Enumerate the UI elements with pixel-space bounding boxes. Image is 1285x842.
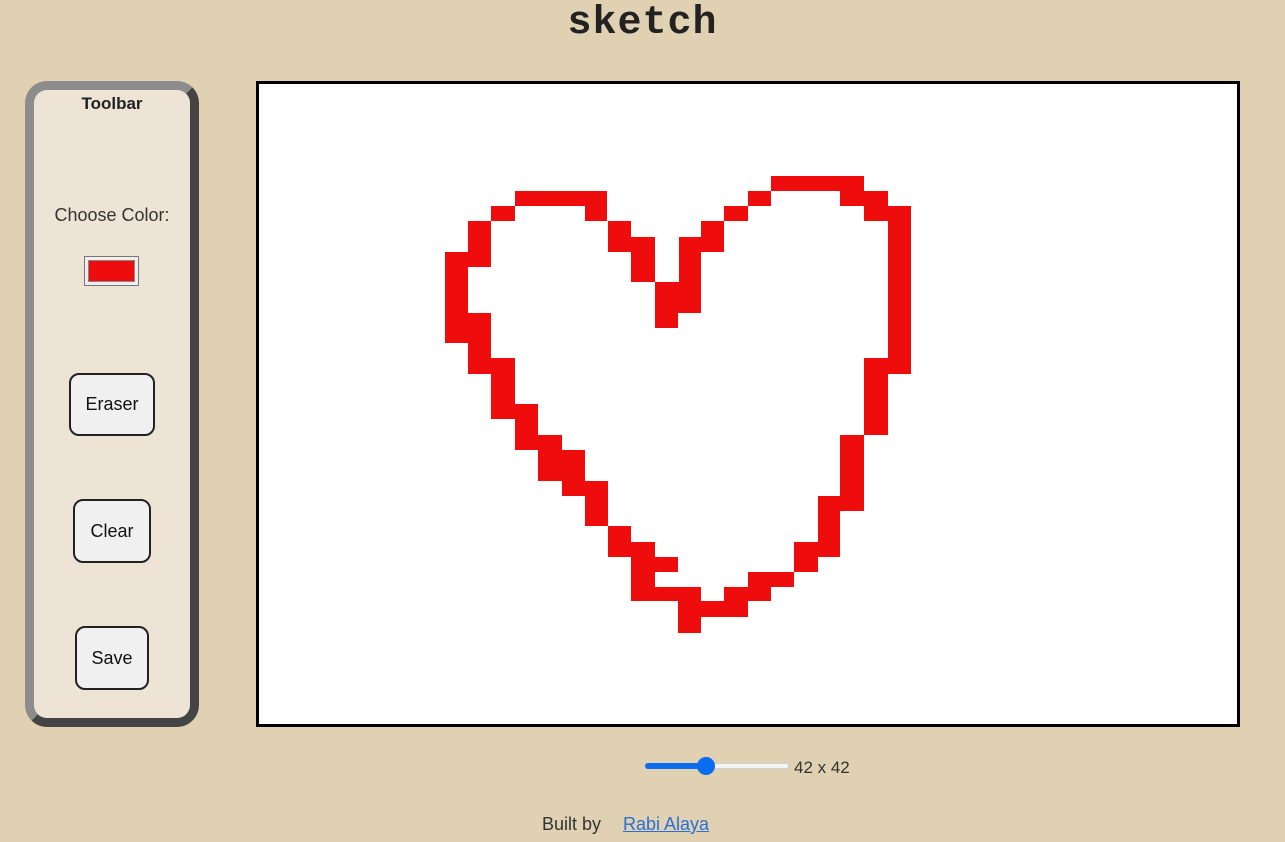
painted-pixel-block xyxy=(608,526,631,557)
save-button[interactable]: Save xyxy=(75,626,149,690)
painted-pixel-block xyxy=(840,191,888,206)
toolbar-panel: Toolbar Choose Color: Eraser Clear Save xyxy=(25,81,199,727)
painted-pixel-block xyxy=(655,557,678,572)
painted-pixel-block xyxy=(585,496,608,526)
painted-pixel-block xyxy=(631,542,655,601)
painted-pixel-block xyxy=(748,572,771,601)
painted-pixel-block xyxy=(468,358,515,374)
painted-pixel-block xyxy=(655,282,701,313)
painted-pixel-block xyxy=(771,176,864,191)
painted-pixel-block xyxy=(445,267,468,313)
painted-pixel-block xyxy=(888,221,911,374)
painted-pixel-block xyxy=(562,481,608,496)
painted-pixel-block xyxy=(864,206,911,221)
painted-pixel-block xyxy=(538,435,562,450)
choose-color-label: Choose Color: xyxy=(54,205,170,225)
painted-pixel-block xyxy=(608,221,631,252)
painted-pixel-block xyxy=(585,206,607,221)
clear-button[interactable]: Clear xyxy=(73,499,151,563)
author-link[interactable]: Rabi Alaya xyxy=(623,814,709,835)
canvas-drawing xyxy=(445,176,911,633)
painted-pixel-block xyxy=(840,435,864,511)
painted-pixel-block xyxy=(701,601,724,617)
eraser-button[interactable]: Eraser xyxy=(69,373,155,436)
grid-size-slider[interactable] xyxy=(642,755,792,777)
painted-pixel-block xyxy=(655,587,701,601)
page-title: sketch xyxy=(567,1,718,46)
painted-pixel-block xyxy=(724,206,748,221)
painted-pixel-block xyxy=(468,221,491,252)
painted-pixel-block xyxy=(794,542,818,572)
painted-pixel-block xyxy=(445,252,491,267)
slider-thumb[interactable] xyxy=(697,757,716,775)
painted-pixel-block xyxy=(515,404,538,450)
painted-pixel-block xyxy=(538,450,585,481)
painted-pixel-block xyxy=(491,374,515,419)
painted-pixel-block xyxy=(748,191,771,206)
painted-pixel-block xyxy=(701,221,724,252)
color-picker[interactable] xyxy=(84,256,139,286)
color-swatch xyxy=(88,260,135,282)
painted-pixel-block xyxy=(678,601,701,633)
painted-pixel-block xyxy=(771,572,794,587)
painted-pixel-block xyxy=(491,206,515,221)
painted-pixel-block xyxy=(445,313,491,343)
toolbar-title: Toolbar xyxy=(81,94,143,113)
painted-pixel-block xyxy=(631,237,655,282)
painted-pixel-block xyxy=(468,343,491,358)
painted-pixel-block xyxy=(655,313,678,328)
painted-pixel-block xyxy=(515,191,607,206)
painted-pixel-block xyxy=(818,496,840,557)
drawing-canvas[interactable] xyxy=(256,81,1240,727)
painted-pixel-block xyxy=(864,358,888,435)
footer-built-by: Built by xyxy=(542,814,602,834)
grid-size-label: 42 x 42 xyxy=(794,758,850,777)
painted-pixel-block xyxy=(724,587,748,617)
